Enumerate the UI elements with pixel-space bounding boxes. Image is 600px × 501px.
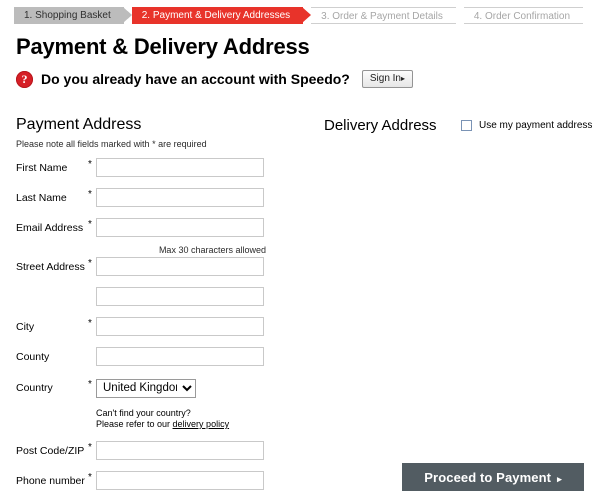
account-prompt-text: Do you already have an account with Spee… — [41, 71, 350, 87]
chevron-right-icon — [122, 7, 132, 23]
delivery-address-heading: Delivery Address — [324, 117, 437, 134]
country-help-line-1: Can't find your country? — [96, 408, 191, 418]
field-row-last-name: Last Name * — [16, 188, 306, 209]
email-address-label: Email Address — [16, 222, 84, 234]
step-label: 1. Shopping Basket — [24, 10, 111, 21]
street-address-label: Street Address — [16, 261, 85, 273]
field-row-post-code: Post Code/ZIP * — [16, 441, 306, 462]
field-row-phone-number: Phone number * — [16, 471, 306, 492]
city-input[interactable] — [96, 317, 264, 336]
city-label: City — [16, 321, 35, 333]
county-label: County — [16, 351, 50, 363]
required-marker: * — [88, 472, 92, 483]
country-label: Country — [16, 382, 53, 394]
first-name-label: First Name — [16, 162, 68, 174]
last-name-label: Last Name — [16, 192, 67, 204]
question-mark-icon: ? — [16, 70, 33, 88]
step-order-confirmation[interactable]: 4. Order Confirmation — [463, 7, 594, 25]
county-input[interactable] — [96, 347, 264, 366]
step-label: 3. Order & Payment Details — [321, 11, 443, 22]
last-name-input[interactable] — [96, 188, 264, 207]
phone-number-input[interactable] — [96, 471, 264, 490]
phone-number-label: Phone number — [16, 475, 85, 487]
required-marker: * — [88, 442, 92, 453]
field-row-street-address-line-2 — [16, 287, 306, 308]
step-label: 2. Payment & Delivery Addresses — [141, 10, 291, 21]
field-row-county: County — [16, 347, 306, 368]
field-row-first-name: First Name * — [16, 158, 306, 179]
chevron-right-icon — [302, 7, 312, 23]
account-prompt-row: ? Do you already have an account with Sp… — [16, 70, 414, 88]
country-select-wrapper: United Kingdom — [96, 378, 196, 398]
page-title: Payment & Delivery Address — [16, 34, 310, 59]
checkout-steps-breadcrumb: 1. Shopping Basket 2. Payment & Delivery… — [14, 7, 594, 25]
step-label: 4. Order Confirmation — [473, 11, 571, 22]
use-my-payment-address-label: Use my payment address — [479, 120, 593, 131]
field-row-email-address: Email Address * — [16, 218, 306, 239]
first-name-input[interactable] — [96, 158, 264, 177]
delivery-policy-link[interactable]: delivery policy — [173, 419, 230, 429]
step-order-payment-details[interactable]: 3. Order & Payment Details — [311, 7, 466, 25]
required-marker: * — [88, 159, 92, 170]
street-address-line-2-input[interactable] — [96, 287, 264, 306]
proceed-to-payment-button[interactable]: Proceed to Payment ▸ — [402, 463, 584, 491]
use-my-payment-address-checkbox[interactable] — [461, 120, 472, 131]
required-fields-note: Please note all fields marked with * are… — [16, 139, 207, 149]
required-marker: * — [88, 318, 92, 329]
step-shopping-basket[interactable]: 1. Shopping Basket — [14, 7, 132, 24]
required-marker: * — [88, 219, 92, 230]
payment-address-form: First Name * Last Name * Email Address *… — [16, 158, 306, 501]
payment-address-heading: Payment Address — [16, 116, 142, 133]
field-row-street-address: Street Address * — [16, 257, 306, 278]
arrow-right-icon: ▸ — [557, 474, 562, 484]
required-marker: * — [88, 258, 92, 269]
street-address-input[interactable] — [96, 257, 264, 276]
step-payment-delivery-addresses[interactable]: 2. Payment & Delivery Addresses — [131, 7, 312, 24]
country-help-line-2: Please refer to our delivery policy — [96, 419, 306, 430]
max-characters-note: Max 30 characters allowed — [158, 245, 266, 255]
required-marker: * — [88, 189, 92, 200]
arrow-right-icon: ▸ — [401, 74, 406, 83]
proceed-label: Proceed to Payment — [424, 470, 552, 485]
field-row-country: Country * United Kingdom — [16, 378, 306, 399]
sign-in-label: Sign In — [369, 73, 401, 84]
post-code-input[interactable] — [96, 441, 264, 460]
field-row-city: City * — [16, 317, 306, 338]
use-my-payment-address-row[interactable]: Use my payment address — [461, 120, 592, 131]
post-code-label: Post Code/ZIP — [16, 445, 85, 457]
country-help-note: Can't find your country? Please refer to… — [96, 408, 306, 430]
sign-in-button[interactable]: Sign In▸ — [361, 70, 414, 88]
email-address-input[interactable] — [96, 218, 264, 237]
chevron-right-icon — [583, 8, 593, 24]
required-marker: * — [88, 379, 92, 390]
country-select[interactable]: United Kingdom — [96, 378, 196, 398]
country-help-prefix: Please refer to our — [96, 419, 173, 429]
